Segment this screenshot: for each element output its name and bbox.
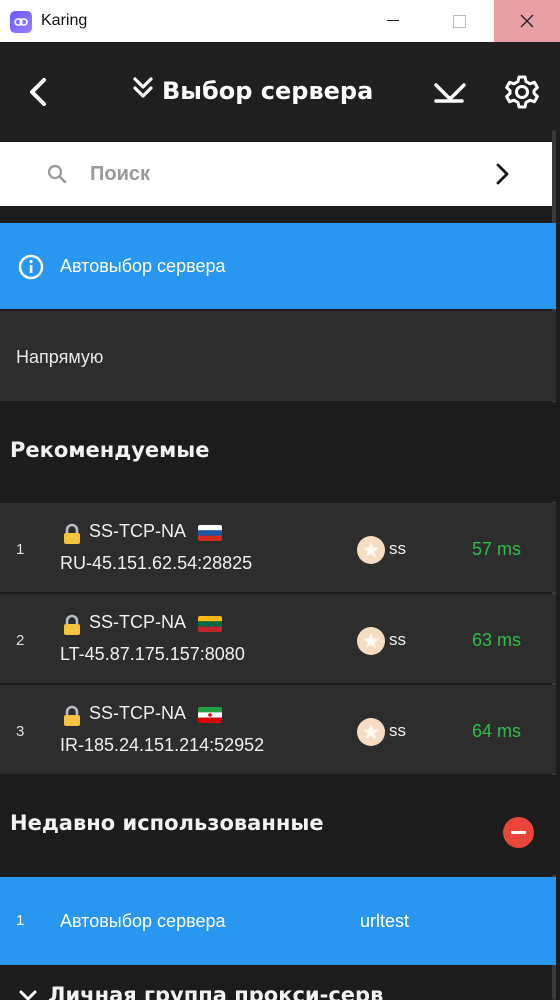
russia-flag-icon (198, 525, 222, 541)
server-index: 3 (16, 723, 25, 740)
lock-icon (62, 523, 82, 550)
recent-label: Автовыбор сервера (60, 911, 226, 931)
chevron-right-icon[interactable] (486, 158, 518, 190)
server-latency[interactable]: 63 ms (472, 630, 521, 651)
server-address: IR-185.24.151.214:52952 (60, 735, 265, 755)
recent-index: 1 (16, 912, 25, 929)
server-row[interactable]: 2 SS-TCP-NA LT-45.87.175.157:8080 ss 63 … (0, 594, 556, 683)
search-icon (46, 163, 68, 190)
server-type: ss (389, 539, 406, 558)
server-latency[interactable]: 64 ms (472, 721, 521, 742)
server-type: ss (389, 630, 406, 649)
double-chevron-down-icon (132, 76, 154, 105)
recent-section-header: Недавно использованные (0, 775, 556, 875)
server-address: LT-45.87.175.157:8080 (60, 644, 245, 664)
download-arrow-icon[interactable] (428, 70, 472, 114)
server-name: SS-TCP-NA (89, 612, 187, 632)
server-address: RU-45.151.62.54:28825 (60, 553, 253, 573)
direct-label: Напрямую (16, 347, 104, 367)
page-title: Выбор сервера (162, 76, 374, 105)
auto-select-row[interactable]: Автовыбор сервера (0, 223, 556, 309)
proxy-group-header[interactable]: Личная группа прокси-серв (0, 975, 556, 1000)
chevron-down-icon (18, 989, 38, 1000)
server-select-title[interactable]: Выбор сервера (132, 76, 373, 105)
lock-icon (62, 705, 82, 732)
recent-type: urltest (360, 911, 410, 931)
link-icon (10, 11, 32, 33)
server-name: SS-TCP-NA (89, 703, 187, 723)
shadowsocks-icon (357, 627, 385, 655)
auto-select-label: Автовыбор сервера (60, 256, 226, 276)
recent-item[interactable]: 1 Автовыбор сервера urltest (0, 877, 556, 965)
app-header: Выбор сервера (0, 42, 560, 142)
minimize-icon[interactable] (360, 0, 426, 42)
minus-circle-icon[interactable] (503, 817, 534, 848)
chevron-left-icon[interactable] (18, 72, 58, 112)
recommended-title: Рекомендуемые (10, 438, 210, 462)
shadowsocks-icon (357, 718, 385, 746)
server-row[interactable]: 3 SS-TCP-NA IR-185.24.151.214:52952 ss 6… (0, 685, 556, 774)
server-latency[interactable]: 57 ms (472, 539, 521, 560)
search-input[interactable] (90, 156, 470, 192)
lock-icon (62, 614, 82, 641)
direct-row[interactable]: Напрямую (0, 311, 556, 401)
server-index: 1 (16, 541, 25, 558)
window-titlebar: Karing (0, 0, 560, 42)
maximize-icon[interactable] (426, 0, 492, 42)
server-index: 2 (16, 632, 25, 649)
window-title: Karing (41, 12, 88, 29)
info-icon (18, 254, 44, 285)
close-icon[interactable] (494, 0, 560, 42)
iran-flag-icon (198, 707, 222, 723)
recent-title: Недавно использованные (10, 811, 324, 835)
recommended-section-header: Рекомендуемые (0, 402, 556, 502)
shadowsocks-icon (357, 536, 385, 564)
server-name: SS-TCP-NA (89, 521, 187, 541)
search-bar (0, 142, 556, 206)
server-type: ss (389, 721, 406, 740)
gear-icon[interactable] (500, 70, 544, 114)
lithuania-flag-icon (198, 616, 222, 632)
proxy-group-title: Личная группа прокси-серв (48, 983, 384, 1000)
server-row[interactable]: 1 SS-TCP-NA RU-45.151.62.54:28825 ss 57 … (0, 503, 556, 592)
